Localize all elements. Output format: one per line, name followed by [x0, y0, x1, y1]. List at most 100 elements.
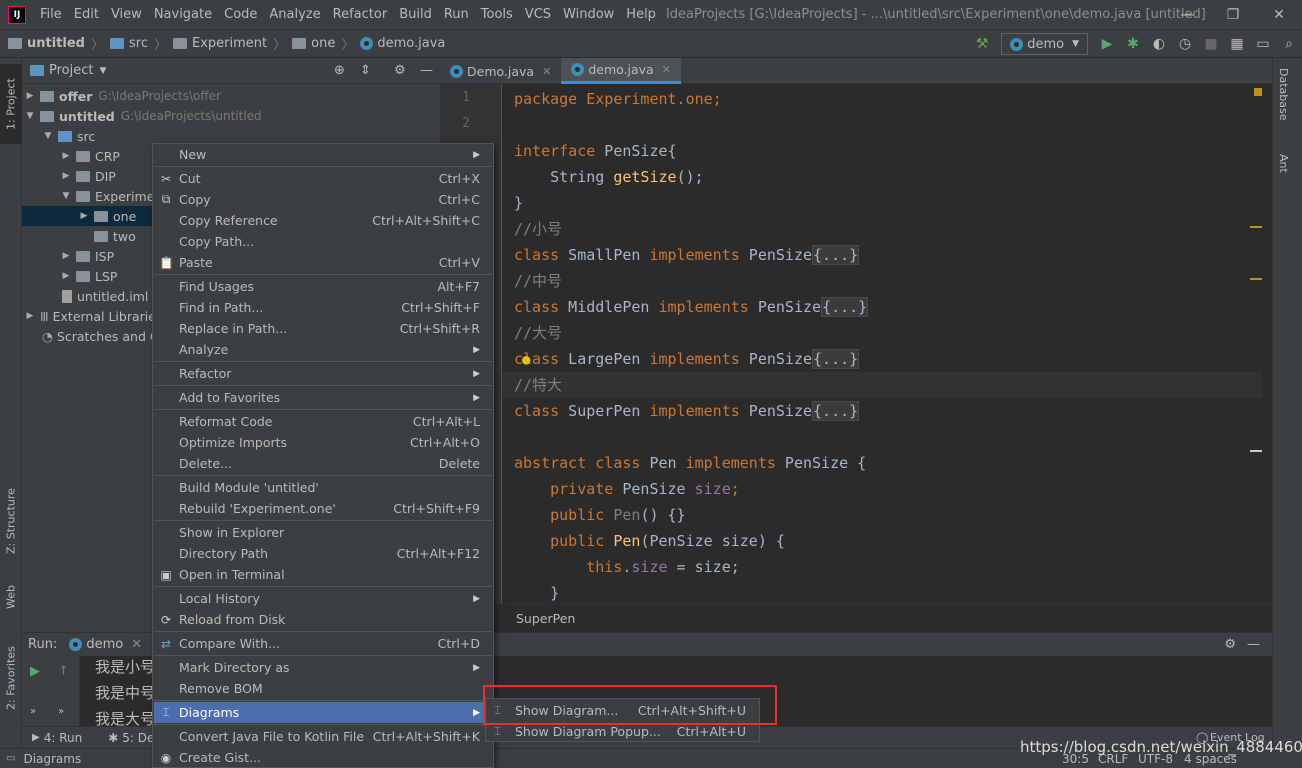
close-tab-icon[interactable]: ✕ [542, 65, 551, 78]
minimize-icon[interactable]: — [1164, 0, 1210, 30]
gear-icon[interactable]: ⚙ [394, 63, 406, 78]
collapse-icon[interactable]: ⇕ [360, 63, 371, 78]
crumb-src[interactable]: src [129, 36, 148, 51]
menu-file[interactable]: File [34, 7, 68, 22]
hide-icon[interactable]: — [1247, 637, 1260, 652]
editor-breadcrumb[interactable]: SuperPen [502, 604, 1272, 632]
menu-find-usages[interactable]: Find Usages Alt+F7 [154, 276, 492, 297]
crumb-one[interactable]: one [311, 36, 335, 51]
scroll-marker[interactable] [1250, 450, 1262, 452]
menu-code[interactable]: Code [218, 7, 263, 22]
scroll-marker[interactable] [1250, 278, 1262, 280]
menu-mark-directory-as[interactable]: Mark Directory as ▶ [154, 657, 492, 678]
folded-block[interactable]: {...} [812, 245, 860, 265]
run-config-selector[interactable]: demo ▼ [1001, 33, 1088, 55]
breadcrumb: untitled 〉 src 〉 Experiment 〉 one 〉 demo.jav… [0, 34, 445, 53]
crumb-experiment[interactable]: Experiment [192, 36, 267, 51]
menu-new[interactable]: New ▶ [154, 144, 492, 165]
hammer-build-icon[interactable]: ⚒ [969, 36, 995, 52]
locate-icon[interactable]: ⊕ [334, 63, 345, 78]
menu-show-in-explorer[interactable]: Show in Explorer [154, 522, 492, 543]
presentation-icon[interactable]: ▭ [1250, 36, 1276, 52]
menu-shortcut: Ctrl+Alt+L [412, 414, 480, 429]
analysis-warning-icon[interactable] [1254, 88, 1262, 96]
menu-remove-bom[interactable]: Remove BOM [154, 678, 492, 699]
tab-web[interactable]: Web [0, 572, 22, 622]
menu-refactor[interactable]: Refactor ▶ [154, 363, 492, 384]
more-icon[interactable]: » [58, 706, 64, 717]
menu-build-module[interactable]: Build Module 'untitled' [154, 477, 492, 498]
menu-analyze[interactable]: Analyze ▶ [154, 339, 492, 360]
code-editor[interactable]: package Experiment.one; interface PenSiz… [502, 84, 1262, 604]
menu-reformat-code[interactable]: Reformat Code Ctrl+Alt+L [154, 411, 492, 432]
menu-help[interactable]: Help [620, 7, 662, 22]
profile-icon[interactable]: ◷ [1172, 36, 1198, 52]
menu-copy-reference[interactable]: Copy Reference Ctrl+Alt+Shift+C [154, 210, 492, 231]
run-icon[interactable]: ▶ [1094, 36, 1120, 52]
menu-directory-path[interactable]: Directory Path Ctrl+Alt+F12 [154, 543, 492, 564]
folded-block[interactable]: {...} [821, 297, 869, 317]
folded-block[interactable]: {...} [812, 401, 860, 421]
search-icon[interactable]: ⌕ [1276, 36, 1302, 52]
more-icon[interactable]: » [30, 706, 36, 717]
tab-database[interactable]: Database [1277, 68, 1290, 121]
gear-icon[interactable]: ⚙ [1224, 637, 1236, 652]
project-structure-icon[interactable]: ▦ [1224, 36, 1250, 52]
menu-build[interactable]: Build [393, 7, 438, 22]
menu-navigate[interactable]: Navigate [148, 7, 218, 22]
menu-window[interactable]: Window [557, 7, 620, 22]
project-view-selector[interactable]: Project [49, 63, 93, 78]
stop-icon[interactable]: ■ [1198, 36, 1224, 52]
hide-icon[interactable]: — [420, 63, 433, 78]
menu-run[interactable]: Run [438, 7, 475, 22]
menu-compare-with[interactable]: ⇄ Compare With... Ctrl+D [154, 633, 492, 654]
run-tab-demo[interactable]: demo [86, 637, 123, 652]
menu-replace-in-path[interactable]: Replace in Path... Ctrl+Shift+R [154, 318, 492, 339]
tab-ant[interactable]: Ant [1277, 154, 1290, 173]
menu-refactor[interactable]: Refactor [327, 7, 394, 22]
tree-item-offer[interactable]: ▶ offer G:\IdeaProjects\offer [22, 86, 440, 106]
rerun-icon[interactable]: ▶ [30, 664, 40, 679]
tree-item-untitled[interactable]: ▼ untitled G:\IdeaProjects\untitled [22, 106, 440, 126]
tab-favorites[interactable]: 2: Favorites [0, 633, 22, 723]
menu-convert-to-kotlin[interactable]: Convert Java File to Kotlin File Ctrl+Alt… [154, 726, 492, 747]
editor-tab-demo-lower[interactable]: demo.java ✕ [561, 58, 681, 84]
menu-reload-from-disk[interactable]: ⟳ Reload from Disk [154, 609, 492, 630]
scroll-marker[interactable] [1250, 226, 1262, 228]
debug-icon[interactable]: ✱ [1120, 36, 1146, 52]
menu-create-gist[interactable]: ◉ Create Gist... [154, 747, 492, 768]
menu-view[interactable]: View [105, 7, 148, 22]
tab-structure[interactable]: Z: Structure [0, 476, 22, 566]
restore-icon[interactable]: ❐ [1210, 0, 1256, 30]
close-tab-icon[interactable]: ✕ [662, 63, 671, 76]
menu-diagrams[interactable]: ⌶ Diagrams ▶ [154, 702, 492, 723]
crumb-demo-java[interactable]: demo.java [377, 36, 445, 51]
menu-vcs[interactable]: VCS [519, 7, 557, 22]
folded-block[interactable]: {...} [812, 349, 860, 369]
scroll-up-icon[interactable]: ↑ [58, 664, 69, 679]
menu-tools[interactable]: Tools [475, 7, 519, 22]
tab-run[interactable]: 4: Run [44, 731, 83, 745]
menu-cut[interactable]: ✂ Cut Ctrl+X [154, 168, 492, 189]
lightbulb-icon[interactable]: ● [522, 352, 530, 368]
menu-rebuild[interactable]: Rebuild 'Experiment.one' Ctrl+Shift+F9 [154, 498, 492, 519]
menu-find-in-path[interactable]: Find in Path... Ctrl+Shift+F [154, 297, 492, 318]
editor-tab-demo-upper[interactable]: Demo.java ✕ [440, 58, 561, 84]
chevron-down-icon[interactable]: ▼ [99, 66, 106, 76]
menu-copy-path[interactable]: Copy Path... [154, 231, 492, 252]
menu-copy[interactable]: ⧉ Copy Ctrl+C [154, 189, 492, 210]
menu-analyze[interactable]: Analyze [263, 7, 326, 22]
menu-add-to-favorites[interactable]: Add to Favorites ▶ [154, 387, 492, 408]
menu-open-in-terminal[interactable]: ▣ Open in Terminal [154, 564, 492, 585]
menu-local-history[interactable]: Local History ▶ [154, 588, 492, 609]
close-icon[interactable]: ✕ [1256, 0, 1302, 30]
menu-edit[interactable]: Edit [68, 7, 105, 22]
close-tab-icon[interactable]: ✕ [131, 637, 142, 652]
tab-project[interactable]: 1: Project [0, 64, 22, 144]
crumb-untitled[interactable]: untitled [27, 36, 85, 51]
menu-delete[interactable]: Delete... Delete [154, 453, 492, 474]
coverage-icon[interactable]: ◐ [1146, 36, 1172, 52]
menu-label: New [179, 147, 207, 162]
menu-paste[interactable]: 📋 Paste Ctrl+V [154, 252, 492, 273]
menu-optimize-imports[interactable]: Optimize Imports Ctrl+Alt+O [154, 432, 492, 453]
